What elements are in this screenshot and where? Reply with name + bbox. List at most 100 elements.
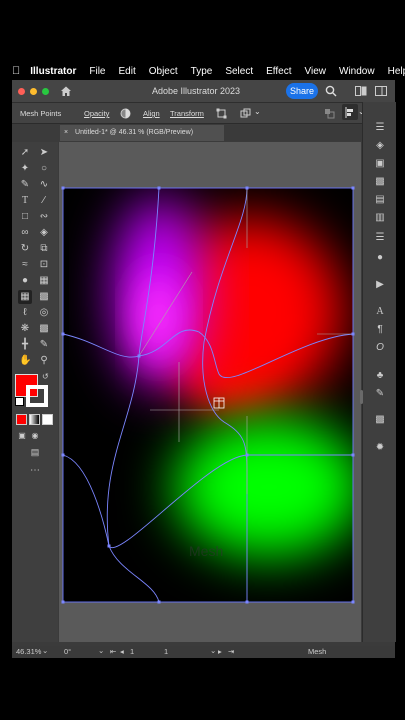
libraries-panel-icon[interactable]: ▣ [374,158,386,170]
pathfinder-panel-icon[interactable]: ▥ [374,212,386,224]
isolate-icon[interactable] [240,108,251,119]
column-graph-tool-icon[interactable]: ▩ [38,323,50,335]
symbols-panel-icon[interactable]: ♣ [374,370,386,382]
blend-tool-icon[interactable]: ◎ [38,307,50,319]
layers-panel-icon[interactable]: ◈ [374,140,386,152]
actions-panel-icon[interactable]: ▶ [374,279,386,291]
next-artboard-icon[interactable]: ▸ [218,647,222,656]
selection-tool-icon[interactable]: ➚ [19,147,31,159]
apple-icon[interactable]:  [12,65,20,77]
magic-wand-tool-icon[interactable]: ✦ [19,163,31,175]
align-panel-icon[interactable]: ▤ [374,194,386,206]
rectangle-tool-icon[interactable]: □ [19,211,31,223]
warp-tool-icon[interactable]: ≈ [19,259,31,271]
rotate-tool-icon[interactable]: ↻ [19,243,31,255]
eraser-tool-icon[interactable]: ◈ [38,227,50,239]
artboard-mesh[interactable]: Mesh [59,142,361,642]
isolate-dropdown-icon[interactable]: ⌄ [254,107,261,116]
slice-tool-icon[interactable]: ✎ [38,339,50,351]
scale-tool-icon[interactable]: ⧉ [38,243,50,255]
vertical-scrollbar[interactable] [360,390,363,404]
lasso-tool-icon[interactable]: ○ [38,163,50,175]
mesh-tool-icon[interactable]: ▦ [18,290,32,304]
gradient-tool-icon[interactable]: ▩ [38,291,50,303]
artboard-tool-icon[interactable]: ╋ [19,339,31,351]
type-tool-icon[interactable]: T [19,195,31,207]
minimize-window-button[interactable] [30,88,37,95]
screen-mode-icon[interactable]: ▤ [29,446,41,458]
opacity-button[interactable]: Opacity [84,109,109,118]
align-left-icon[interactable] [345,107,355,118]
share-button[interactable]: Share [286,83,318,99]
menu-app-name[interactable]: Illustrator [30,66,76,77]
eyedropper-tool-icon[interactable]: ℓ [19,307,31,319]
hand-tool-icon[interactable]: ✋ [19,355,31,367]
zoom-level[interactable]: 46.31% [16,647,41,656]
shape-builder-tool-icon[interactable]: ● [19,275,31,287]
paragraph-panel-icon[interactable]: ¶ [374,324,386,336]
character-panel-icon[interactable]: A [374,306,386,318]
opentype-panel-icon[interactable]: O [374,342,386,354]
free-transform-tool-icon[interactable]: ⊡ [38,259,50,271]
transform-bounds-icon[interactable] [216,108,227,119]
stroke-swatch[interactable] [26,385,48,407]
close-tab-icon[interactable]: × [64,129,68,136]
properties-panel-icon[interactable]: ☰ [374,122,386,134]
direct-selection-tool-icon[interactable]: ➤ [38,147,50,159]
close-window-button[interactable] [18,88,25,95]
menu-file[interactable]: File [89,66,105,77]
line-segment-tool-icon[interactable]: ∕ [38,195,50,207]
transform-button[interactable]: Transform [170,109,204,118]
document-title: Untitled-1* @ 46.31 % (RGB/Preview) [75,129,194,136]
default-fill-stroke-icon[interactable] [15,397,24,406]
zoom-dropdown-icon[interactable]: ⌄ [42,646,48,655]
gradient-panel-icon[interactable]: ▩ [374,414,386,426]
align-button[interactable]: Align [143,109,160,118]
menu-object[interactable]: Object [149,66,178,77]
artboard-dropdown-icon[interactable]: ⌄ [210,646,216,655]
arrange-documents-icon[interactable] [355,86,367,96]
color-mode-button[interactable] [16,414,27,425]
zoom-tool-icon[interactable]: ⚲ [38,355,50,367]
artboard-select[interactable]: 1 [164,647,168,656]
search-icon[interactable] [325,85,337,97]
arrange-icon[interactable] [324,108,335,119]
recolor-icon[interactable] [120,108,131,119]
menu-effect[interactable]: Effect [266,66,291,77]
stroke-panel-icon[interactable]: ☰ [374,232,386,244]
transform-panel-icon[interactable]: ▩ [374,176,386,188]
menu-view[interactable]: View [305,66,327,77]
menu-select[interactable]: Select [225,66,253,77]
appearance-panel-icon[interactable]: ● [374,252,386,264]
previous-artboard-icon[interactable]: ◂ [120,647,124,656]
symbol-sprayer-tool-icon[interactable]: ❋ [19,323,31,335]
maximize-window-button[interactable] [42,88,49,95]
last-artboard-icon[interactable]: ⇥ [228,647,234,656]
none-mode-button[interactable] [42,414,53,425]
tools-panel: ➚ ➤ ✦ ○ ✎ ∿ T ∕ □ ∾ ∞ ◈ ↻ ⧉ ≈ ⊡ ● ▦ ▦ ▩ … [12,142,58,642]
document-tab[interactable]: × Untitled-1* @ 46.31 % (RGB/Preview) [60,125,224,141]
swap-fill-stroke-icon[interactable]: ↺ [42,372,49,381]
menu-edit[interactable]: Edit [119,66,136,77]
canvas-area[interactable]: Mesh [59,142,361,642]
pen-tool-icon[interactable]: ✎ [19,179,31,191]
gradient-mode-button[interactable] [29,414,40,425]
first-artboard-icon[interactable]: ⇤ [110,647,116,656]
menu-help[interactable]: Help [388,66,405,77]
perspective-grid-tool-icon[interactable]: ▦ [38,275,50,287]
home-icon[interactable] [60,85,72,97]
shaper-tool-icon[interactable]: ∞ [19,227,31,239]
rotation-dropdown-icon[interactable]: ⌄ [98,646,104,655]
menu-type[interactable]: Type [191,66,213,77]
curvature-tool-icon[interactable]: ∿ [38,179,50,191]
rotation-value[interactable]: 0° [64,647,71,656]
artboard-number[interactable]: 1 [130,647,134,656]
menu-window[interactable]: Window [339,66,375,77]
edit-toolbar-icon[interactable]: ⋯ [29,465,41,477]
draw-inside-icon[interactable]: ◉ [29,430,41,442]
workspace-icon[interactable] [375,86,387,96]
brushes-panel-icon[interactable]: ✎ [374,388,386,400]
color-guide-panel-icon[interactable]: ✹ [374,442,386,454]
paintbrush-tool-icon[interactable]: ∾ [38,211,50,223]
draw-mode-icon[interactable]: ▣ [16,430,28,442]
